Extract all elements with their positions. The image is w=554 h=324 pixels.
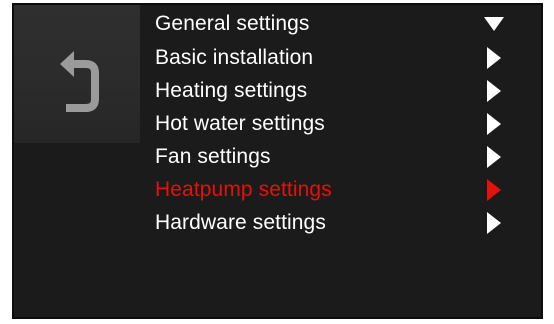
back-button[interactable] [14,5,140,143]
menu-item-hardware-settings[interactable]: Hardware settings [155,207,515,239]
triangle-right-icon [487,47,501,69]
menu-item-general-settings[interactable]: General settings [155,8,515,40]
triangle-right-icon [487,179,501,201]
menu-item-label: Hardware settings [155,211,326,234]
menu-item-label: Heating settings [155,79,308,102]
menu-item-label: General settings [155,12,310,35]
menu-item-heating-settings[interactable]: Heating settings [155,75,515,107]
triangle-right-icon [487,113,501,135]
triangle-right-icon [487,146,501,168]
triangle-right-icon [487,80,501,102]
undo-arrow-icon [60,51,99,112]
menu-item-fan-settings[interactable]: Fan settings [155,141,515,173]
display-screen: General settings Basic installation Heat… [12,3,543,319]
menu-item-heatpump-settings[interactable]: Heatpump settings [155,174,515,206]
menu-item-hot-water-settings[interactable]: Hot water settings [155,108,515,140]
menu-item-label: Basic installation [155,46,314,69]
menu-item-label: Heatpump settings [155,178,332,201]
menu-item-label: Fan settings [155,145,271,168]
triangle-right-icon [487,212,501,234]
device-frame: General settings Basic installation Heat… [0,0,554,324]
menu-item-basic-installation[interactable]: Basic installation [155,42,515,74]
triangle-down-icon [484,17,504,31]
menu-item-label: Hot water settings [155,112,325,135]
